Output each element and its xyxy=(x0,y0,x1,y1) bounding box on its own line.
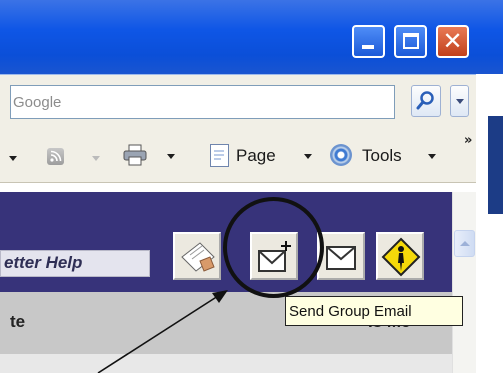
send-email-button[interactable] xyxy=(317,232,365,280)
background-window-edge xyxy=(488,116,503,214)
toolbar-divider xyxy=(0,182,503,183)
table-row xyxy=(0,354,452,373)
search-placeholder: Google xyxy=(13,94,62,111)
home-dropdown-caret[interactable] xyxy=(9,156,17,161)
title-bar: ✕ xyxy=(0,0,503,74)
newsletter-help-button[interactable]: etter Help xyxy=(0,250,150,277)
search-input[interactable]: Google xyxy=(10,85,395,119)
letter-edit-icon xyxy=(181,242,215,272)
page-menu-label[interactable]: Page xyxy=(236,146,276,166)
gear-icon xyxy=(330,144,352,166)
search-options-dropdown[interactable] xyxy=(450,85,469,117)
road-sign-icon xyxy=(381,237,421,277)
page-dropdown-caret[interactable] xyxy=(304,154,312,159)
scroll-up-button[interactable] xyxy=(454,230,475,257)
page-icon xyxy=(210,144,229,167)
close-button[interactable]: ✕ xyxy=(436,25,469,58)
minimize-icon xyxy=(362,45,374,49)
rss-feed-icon[interactable] xyxy=(47,148,64,165)
close-icon: ✕ xyxy=(442,27,463,55)
maximize-icon xyxy=(403,33,419,49)
maximize-button[interactable] xyxy=(394,25,427,58)
browser-window: ✕ Google Page Tools » etter Help te Send… xyxy=(0,0,503,373)
edit-letter-button[interactable] xyxy=(173,232,221,280)
email-icon xyxy=(326,246,356,270)
command-bar: Page Tools xyxy=(0,130,503,183)
road-sign-button[interactable] xyxy=(376,232,424,280)
feeds-dropdown-caret[interactable] xyxy=(92,156,100,161)
tooltip: Send Group Email xyxy=(285,296,463,326)
search-button[interactable] xyxy=(411,85,441,117)
print-dropdown-caret[interactable] xyxy=(167,154,175,159)
vertical-scrollbar[interactable] xyxy=(452,192,476,373)
minimize-button[interactable] xyxy=(352,25,385,58)
highlight-circle xyxy=(223,197,324,298)
help-button-label: etter Help xyxy=(4,253,83,272)
tooltip-text: Send Group Email xyxy=(289,303,412,320)
search-bar: Google xyxy=(0,74,503,130)
column-header-left[interactable]: te xyxy=(10,312,25,332)
tools-dropdown-caret[interactable] xyxy=(428,154,436,159)
tools-menu-label[interactable]: Tools xyxy=(362,146,402,166)
search-icon xyxy=(416,91,434,110)
more-commands-chevron[interactable]: » xyxy=(464,133,472,148)
printer-icon[interactable] xyxy=(123,144,147,166)
